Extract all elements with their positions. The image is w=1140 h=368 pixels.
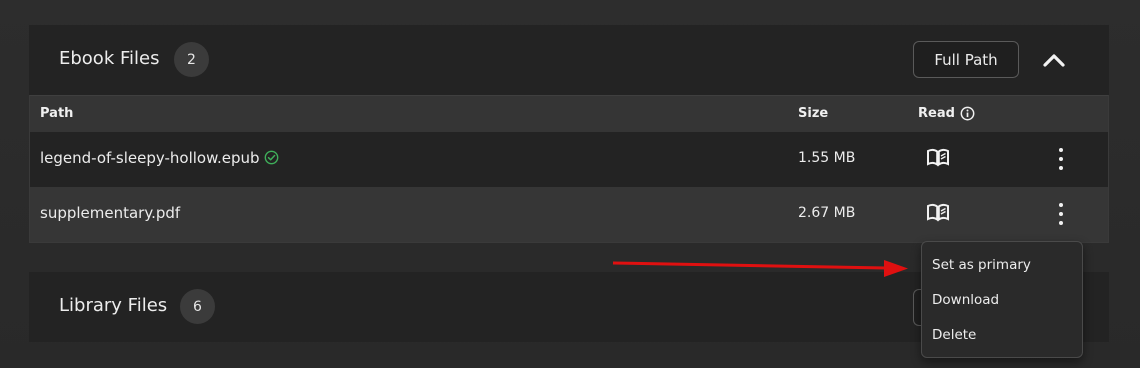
- file-size: 2.67 MB: [798, 205, 856, 221]
- ebook-files-title: Ebook Files: [59, 48, 160, 69]
- table-row[interactable]: supplementary.pdf 2.67 MB: [30, 187, 1108, 242]
- read-button[interactable]: [926, 202, 950, 226]
- read-button[interactable]: [926, 147, 950, 171]
- file-path-cell: legend-of-sleepy-hollow.epub: [40, 149, 279, 167]
- book-read-icon: [927, 148, 949, 167]
- library-files-count-badge: 6: [180, 289, 215, 324]
- info-icon[interactable]: [960, 106, 975, 121]
- file-path-cell: supplementary.pdf: [40, 204, 180, 222]
- more-vertical-icon[interactable]: [1050, 201, 1072, 227]
- menu-dot: [1059, 212, 1063, 216]
- menu-dot: [1059, 166, 1063, 170]
- chevron-up-icon: [1043, 54, 1065, 67]
- more-vertical-icon[interactable]: [1050, 146, 1072, 172]
- page: Ebook Files 2 Full Path Path Size Read l…: [0, 0, 1140, 368]
- library-files-title: Library Files: [59, 295, 168, 316]
- ebook-files-table: Path Size Read legend-of-sleepy-hollow.e…: [29, 95, 1109, 243]
- ebook-files-panel: Ebook Files 2 Full Path Path Size Read l…: [29, 25, 1109, 243]
- menu-item-delete[interactable]: Delete: [932, 327, 976, 343]
- file-size: 1.55 MB: [798, 150, 856, 166]
- table-header: Path Size Read: [30, 96, 1108, 132]
- column-header-size: Size: [798, 106, 829, 121]
- menu-dot: [1059, 148, 1063, 152]
- collapse-button[interactable]: [1034, 45, 1074, 75]
- menu-dot: [1059, 157, 1063, 161]
- file-path: legend-of-sleepy-hollow.epub: [40, 149, 260, 167]
- row-context-menu: Set as primary Download Delete: [921, 241, 1083, 358]
- check-circle-icon: [264, 150, 278, 165]
- book-read-icon: [927, 203, 949, 222]
- menu-dot: [1059, 221, 1063, 225]
- menu-item-download[interactable]: Download: [932, 292, 999, 308]
- full-path-button[interactable]: Full Path: [913, 41, 1019, 78]
- column-header-read-label: Read: [918, 106, 955, 121]
- menu-item-set-as-primary[interactable]: Set as primary: [932, 257, 1031, 273]
- column-header-read: Read: [918, 106, 975, 121]
- ebook-files-header[interactable]: Ebook Files 2 Full Path: [29, 25, 1109, 95]
- menu-dot: [1059, 203, 1063, 207]
- table-row[interactable]: legend-of-sleepy-hollow.epub 1.55 MB: [30, 132, 1108, 187]
- column-header-path: Path: [40, 106, 74, 121]
- file-path: supplementary.pdf: [40, 204, 181, 222]
- ebook-files-count-badge: 2: [174, 42, 209, 77]
